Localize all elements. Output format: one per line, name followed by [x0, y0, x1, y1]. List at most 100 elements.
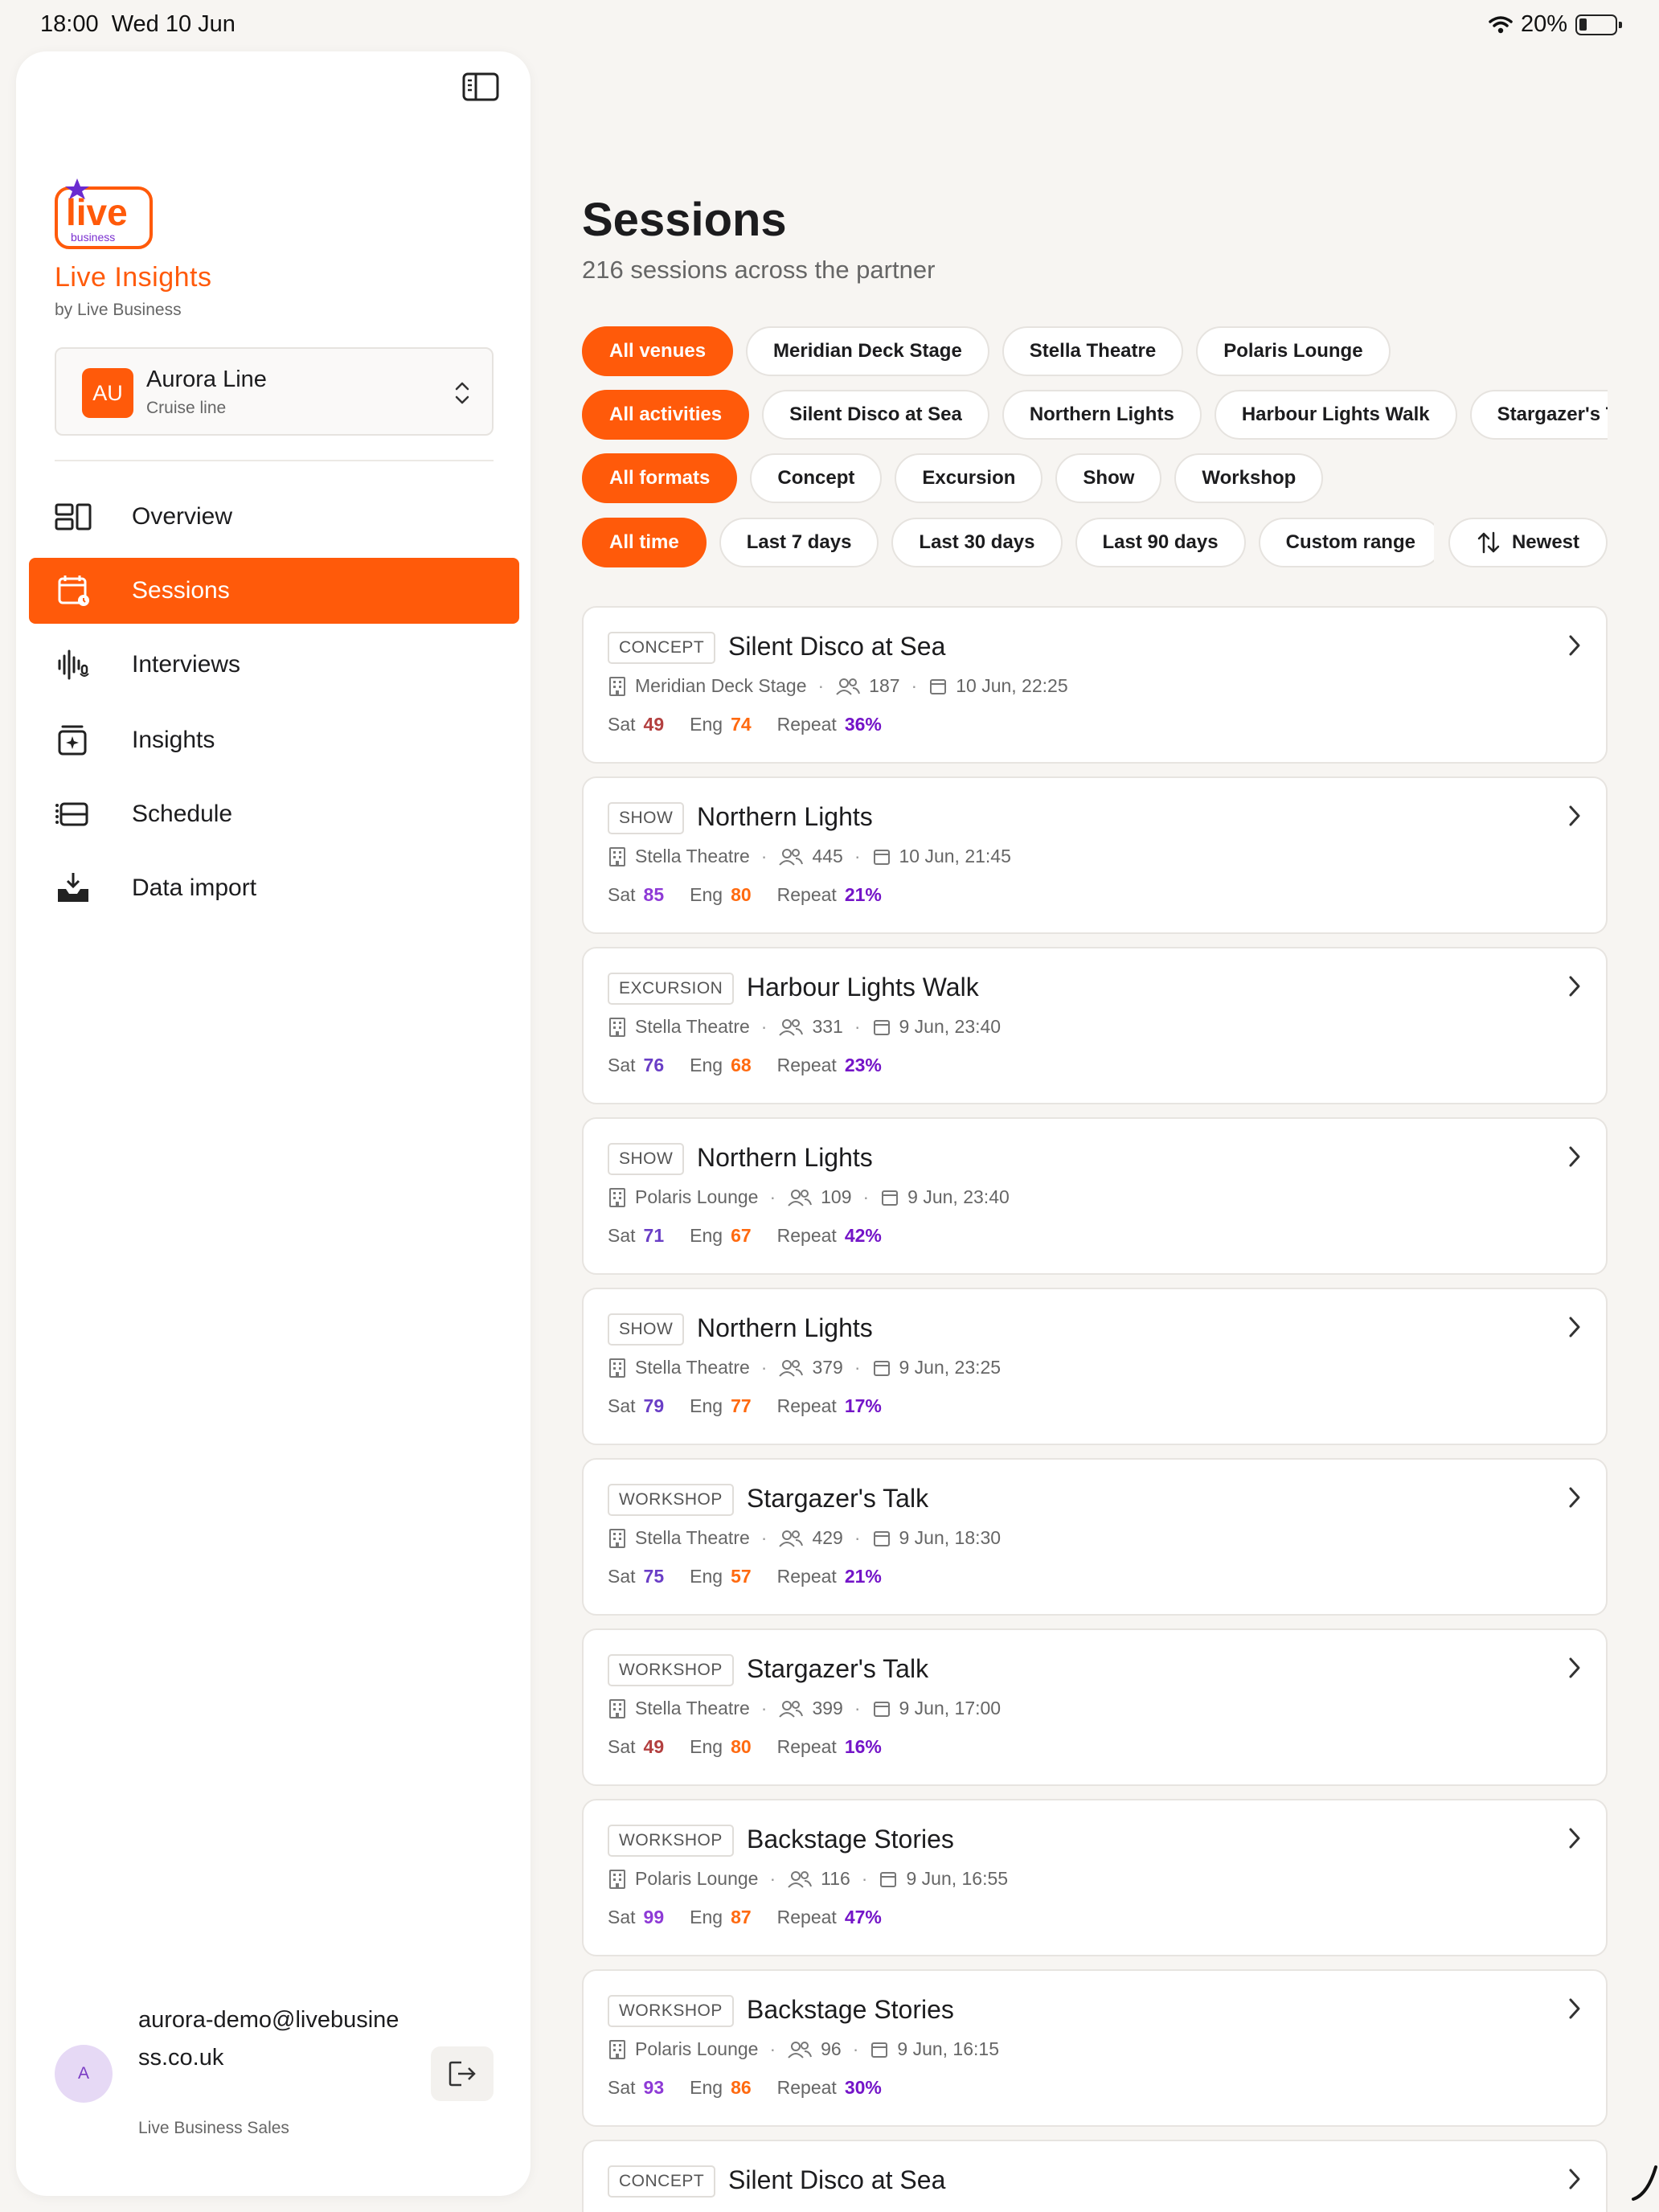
session-card[interactable]: WORKSHOP Stargazer's Talk Stella Theatre… — [582, 1628, 1608, 1786]
sort-button[interactable]: Newest — [1448, 518, 1608, 567]
filter-chip-time[interactable]: Last 30 days — [891, 518, 1063, 567]
filter-chip-format[interactable]: Workshop — [1174, 453, 1324, 503]
filter-chip-venue[interactable]: Stella Theatre — [1002, 326, 1184, 376]
people-icon — [779, 1018, 804, 1036]
svg-text:business: business — [71, 231, 115, 244]
filter-chip-format[interactable]: Excursion — [895, 453, 1043, 503]
filter-chip-format[interactable]: Concept — [750, 453, 883, 503]
filter-chip-format[interactable]: Show — [1055, 453, 1162, 503]
repeat-metric: Repeat 36% — [776, 714, 882, 735]
sidebar-item-insights[interactable]: Insights — [29, 707, 519, 773]
sidebar-item-data-import[interactable]: Data import — [29, 855, 519, 921]
filter-chip-time[interactable]: All time — [582, 518, 707, 567]
session-meta: Stella Theatre · 429 · 9 Jun, 18:30 — [608, 1527, 1001, 1549]
session-meta: Stella Theatre · 331 · 9 Jun, 23:40 — [608, 1016, 1001, 1038]
logout-button[interactable] — [431, 2046, 494, 2101]
repeat-metric: Repeat 21% — [776, 1566, 882, 1587]
session-datetime: 9 Jun, 23:40 — [899, 1016, 1002, 1037]
user-email: aurora-demo@livebusiness.co.uk — [138, 2007, 399, 2071]
logout-icon — [449, 2061, 476, 2087]
filter-chip-venue[interactable]: Meridian Deck Stage — [746, 326, 989, 376]
sidebar-item-overview[interactable]: Overview — [29, 484, 519, 550]
filter-chip-activity[interactable]: Harbour Lights Walk — [1214, 390, 1457, 440]
engagement-metric: Eng 86 — [690, 2077, 752, 2098]
people-icon — [788, 2041, 813, 2058]
session-card[interactable]: SHOW Northern Lights Stella Theatre · 37… — [582, 1288, 1608, 1445]
venue-name: Stella Theatre — [635, 1527, 750, 1548]
filter-chip-activity[interactable]: Stargazer's Talk — [1469, 390, 1608, 440]
satisfaction-metric: Sat 79 — [608, 1395, 665, 1416]
people-icon — [779, 1530, 804, 1547]
org-name: Aurora Line — [146, 367, 267, 392]
audio-wave-icon — [58, 649, 89, 680]
filter-chip-venue[interactable]: All venues — [582, 326, 734, 376]
meta-separator: · — [760, 1016, 768, 1037]
status-time: 18:00 Wed 10 Jun — [40, 11, 236, 37]
format-badge: CONCEPT — [608, 632, 716, 664]
battery-icon — [1575, 14, 1622, 35]
repeat-metric: Repeat 42% — [776, 1225, 882, 1246]
session-metrics: Sat 75 Eng 57 Repeat 21% — [608, 1566, 882, 1587]
status-right: 20% — [1489, 11, 1622, 38]
filter-chip-activity[interactable]: Silent Disco at Sea — [762, 390, 989, 440]
meta-separator: · — [817, 675, 825, 696]
session-meta: Stella Theatre · 379 · 9 Jun, 23:25 — [608, 1357, 1001, 1378]
organization-switcher[interactable]: AU Aurora Line Cruise line — [55, 347, 494, 436]
meta-separator: · — [854, 1698, 861, 1718]
session-card[interactable]: WORKSHOP Backstage Stories Polaris Loung… — [582, 1969, 1608, 2127]
format-filter-row: All formats Concept Excursion Show Works… — [582, 453, 1608, 503]
format-badge: WORKSHOP — [608, 1484, 734, 1516]
calendar-small-icon — [882, 1190, 899, 1206]
satisfaction-metric: Sat 76 — [608, 1055, 665, 1075]
chevron-right-icon — [1569, 1317, 1580, 1337]
session-card[interactable]: WORKSHOP Stargazer's Talk Stella Theatre… — [582, 1458, 1608, 1616]
attendee-count: 109 — [821, 1186, 852, 1207]
session-card[interactable]: WORKSHOP Backstage Stories Polaris Loung… — [582, 1799, 1608, 1956]
filter-chip-activity[interactable]: Northern Lights — [1002, 390, 1202, 440]
brand-title: Live Insights — [55, 262, 212, 293]
sidebar-toggle-button[interactable] — [462, 71, 499, 103]
session-card[interactable]: EXCURSION Harbour Lights Walk Stella The… — [582, 947, 1608, 1104]
nav-label: Sessions — [132, 577, 230, 604]
filter-chip-format[interactable]: All formats — [582, 453, 738, 503]
filter-chip-time[interactable]: Last 7 days — [719, 518, 879, 567]
filter-chip-activity[interactable]: All activities — [582, 390, 750, 440]
sidebar-item-interviews[interactable]: Interviews — [29, 632, 519, 698]
sidebar-item-schedule[interactable]: Schedule — [29, 781, 519, 847]
chevron-right-icon — [1569, 805, 1580, 826]
building-icon — [609, 2039, 625, 2059]
people-icon — [779, 1359, 804, 1377]
calendar-small-icon — [873, 1360, 890, 1376]
calendar-small-icon — [930, 678, 947, 694]
engagement-metric: Eng 87 — [690, 1907, 752, 1927]
session-title: Northern Lights — [697, 1143, 873, 1172]
chevron-right-icon — [1569, 1487, 1580, 1508]
sidebar: live business Live Insights by Live Busi… — [16, 51, 530, 2196]
session-card[interactable]: CONCEPT Silent Disco at Sea Meridian Dec… — [582, 606, 1608, 764]
venue-filter-row: All venues Meridian Deck Stage Stella Th… — [582, 326, 1608, 376]
session-metrics: Sat 76 Eng 68 Repeat 23% — [608, 1055, 882, 1076]
satisfaction-metric: Sat 49 — [608, 1736, 665, 1757]
session-list: CONCEPT Silent Disco at Sea Meridian Dec… — [582, 606, 1608, 2212]
filter-chip-venue[interactable]: Polaris Lounge — [1196, 326, 1391, 376]
format-badge: SHOW — [608, 1143, 685, 1175]
session-card[interactable]: SHOW Northern Lights Polaris Lounge · 10… — [582, 1117, 1608, 1275]
session-card[interactable]: CONCEPT Silent Disco at Sea · · — [582, 2140, 1608, 2212]
user-organization: Live Business Sales — [138, 2119, 289, 2137]
engagement-metric: Eng 77 — [690, 1395, 752, 1416]
satisfaction-metric: Sat 75 — [608, 1566, 665, 1587]
meta-separator: · — [854, 1527, 861, 1548]
filter-chip-time[interactable]: Last 90 days — [1075, 518, 1246, 567]
session-title: Silent Disco at Sea — [728, 2165, 946, 2194]
repeat-metric: Repeat 23% — [776, 1055, 882, 1075]
nav-label: Insights — [132, 727, 215, 753]
building-icon — [609, 1017, 625, 1037]
session-title: Northern Lights — [697, 1313, 873, 1342]
filter-chip-time[interactable]: Custom range — [1258, 518, 1434, 567]
session-card[interactable]: SHOW Northern Lights Stella Theatre · 44… — [582, 776, 1608, 934]
repeat-metric: Repeat 17% — [776, 1395, 882, 1416]
calendar-small-icon — [873, 1701, 890, 1717]
sidebar-item-sessions[interactable]: Sessions — [29, 558, 519, 624]
session-title: Backstage Stories — [747, 1825, 954, 1854]
meta-separator: · — [760, 1357, 768, 1378]
